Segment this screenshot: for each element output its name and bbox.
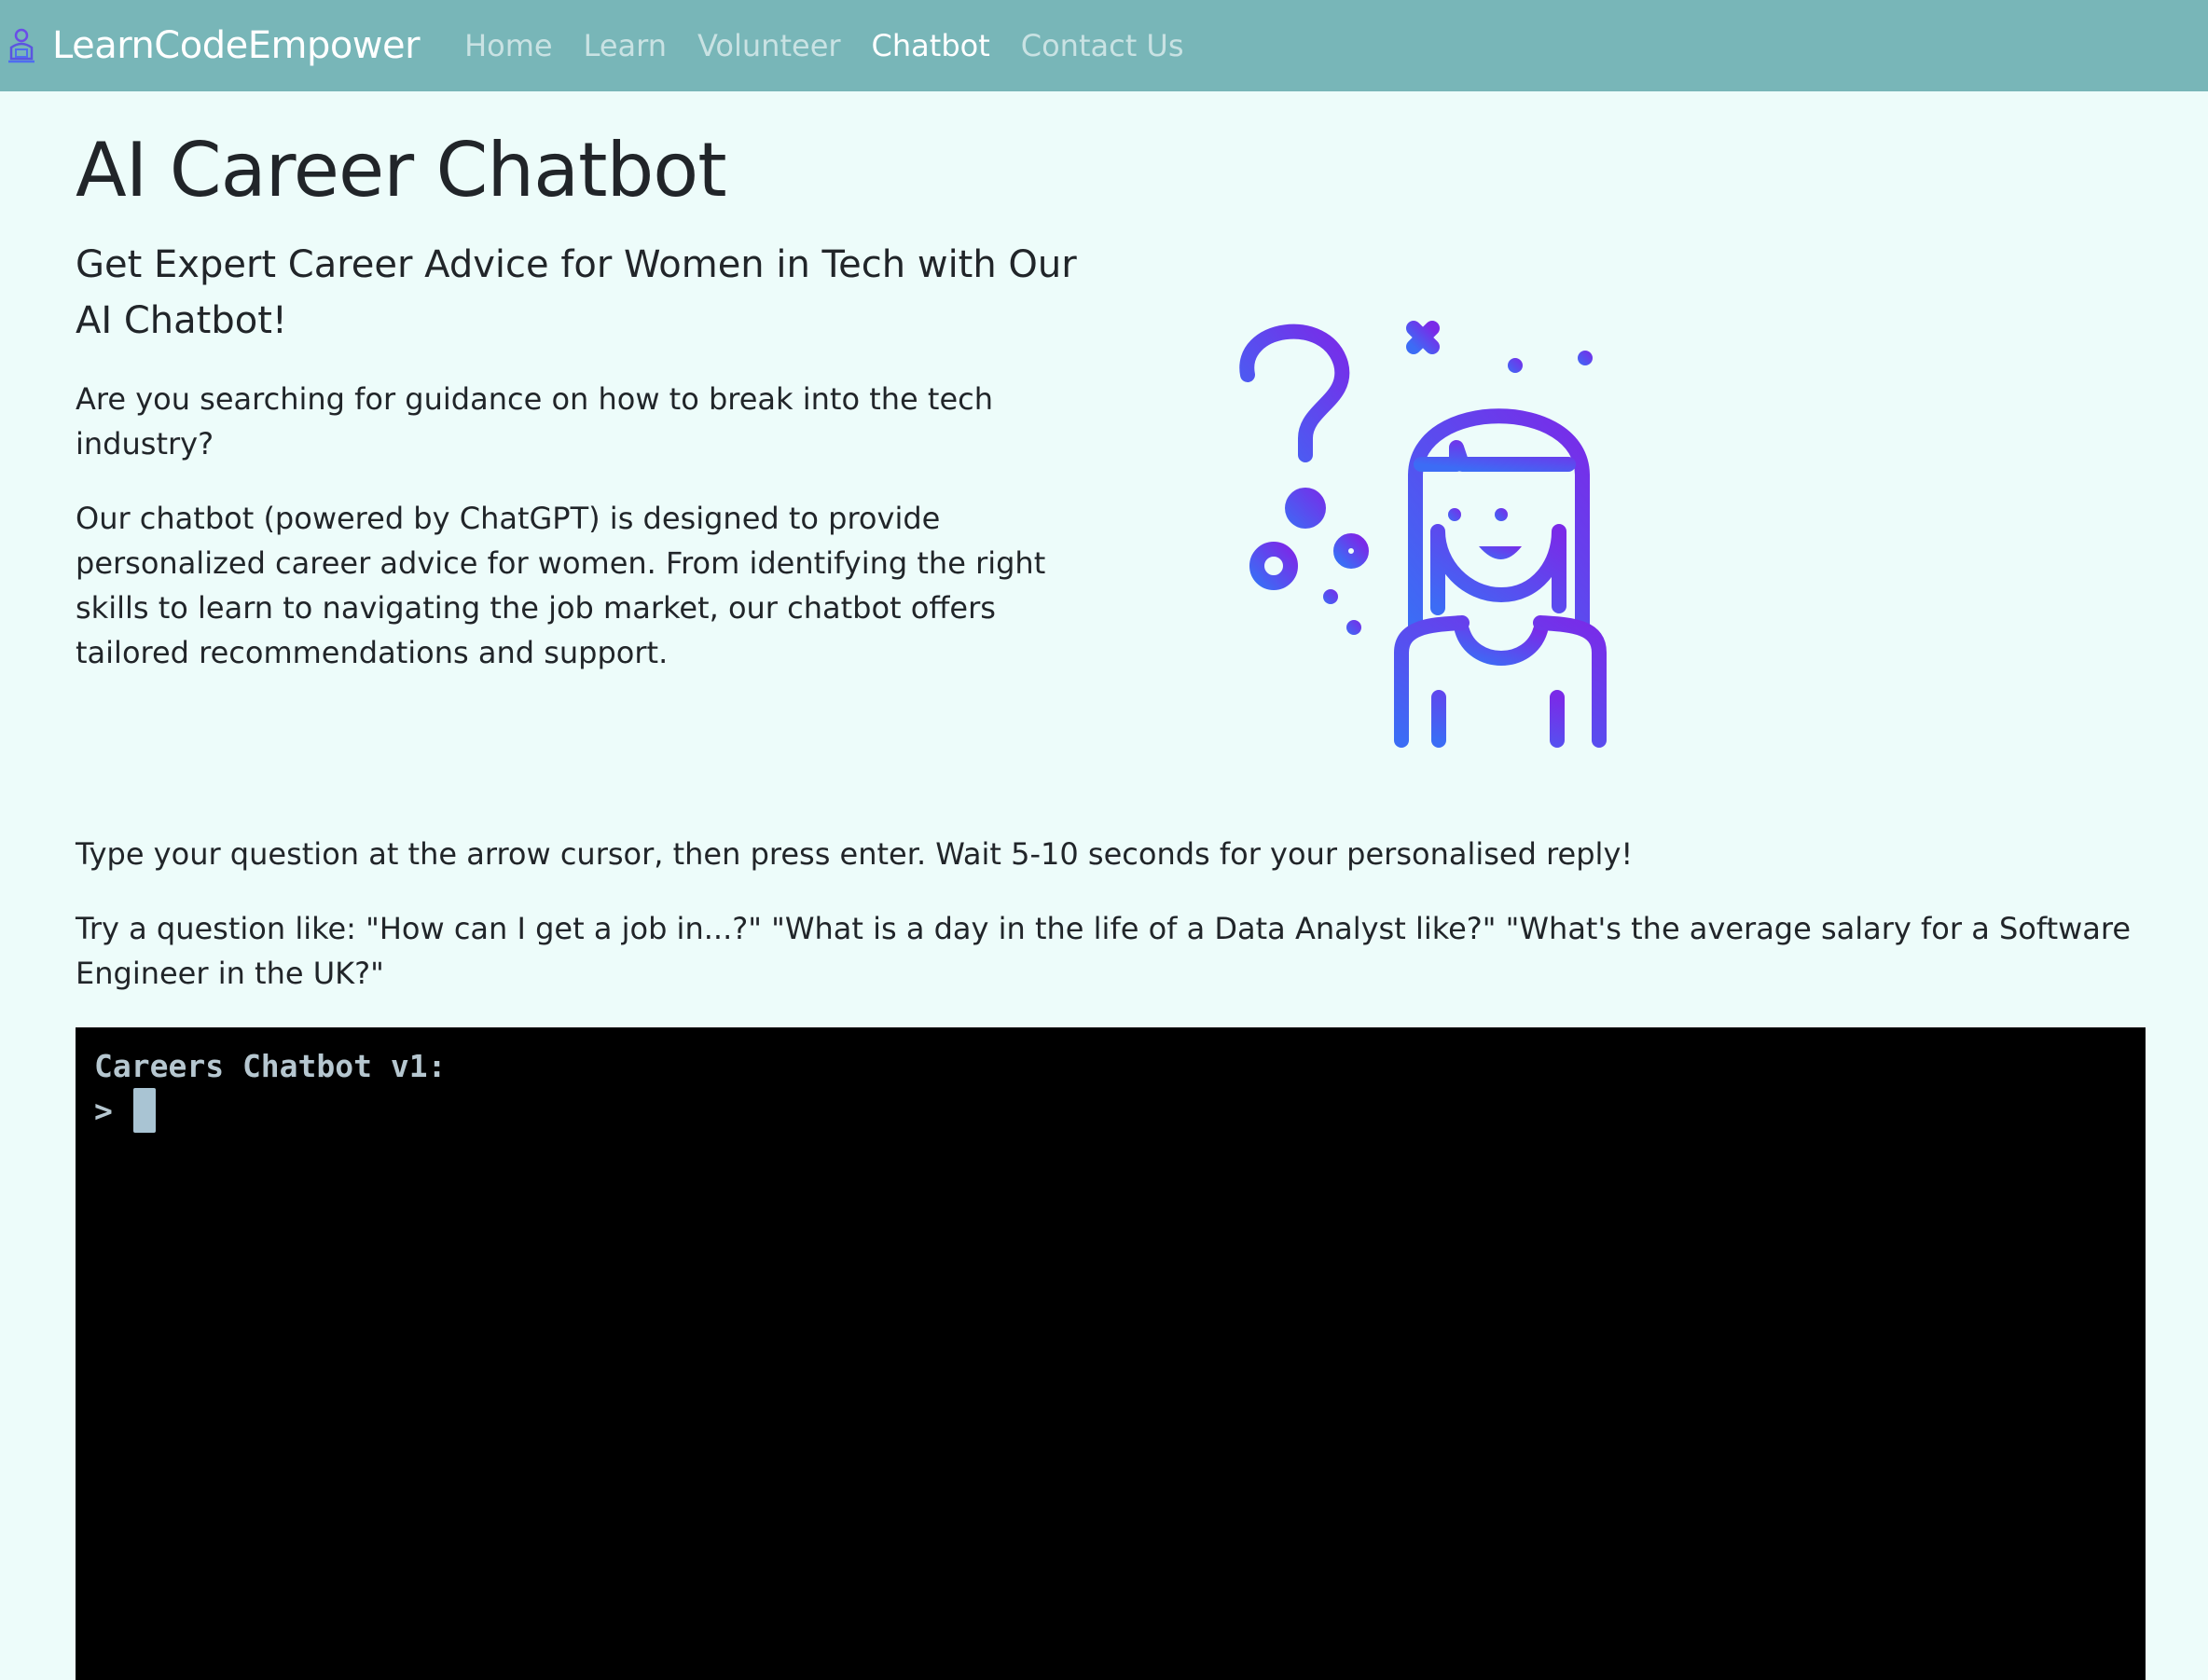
nav-link-home[interactable]: Home — [464, 28, 553, 63]
navbar: LearnCodeEmpower Home Learn Volunteer Ch… — [0, 0, 2208, 91]
brand-name: LearnCodeEmpower — [52, 24, 421, 67]
intro-question: Are you searching for guidance on how to… — [76, 381, 993, 461]
terminal-greeting: Careers Chatbot v1: — [94, 1048, 447, 1084]
chatbot-terminal[interactable]: Careers Chatbot v1: > — [76, 1027, 2146, 1680]
brand-link[interactable]: LearnCodeEmpower — [6, 24, 421, 67]
example-questions: Try a question like: "How can I get a jo… — [76, 911, 2132, 991]
nav-links: Home Learn Volunteer Chatbot Contact Us — [464, 28, 1214, 63]
brand-logo-icon — [6, 27, 37, 64]
page-subtitle: Get Expert Career Advice for Women in Te… — [76, 243, 1077, 342]
terminal-prompt-line[interactable]: > — [94, 1087, 2127, 1134]
chatbot-description: Our chatbot (powered by ChatGPT) is desi… — [76, 501, 1046, 670]
nav-link-learn[interactable]: Learn — [584, 28, 667, 63]
nav-link-contact-us[interactable]: Contact Us — [1021, 28, 1184, 63]
nav-link-volunteer[interactable]: Volunteer — [697, 28, 841, 63]
page-title: AI Career Chatbot — [76, 127, 727, 213]
terminal-input-cursor[interactable] — [132, 1088, 156, 1133]
nav-link-chatbot[interactable]: Chatbot — [872, 28, 990, 63]
chatbot-instructions: Type your question at the arrow cursor, … — [76, 836, 1634, 872]
prompt-arrow: > — [94, 1092, 113, 1129]
woman-question-icon — [1221, 298, 1641, 764]
